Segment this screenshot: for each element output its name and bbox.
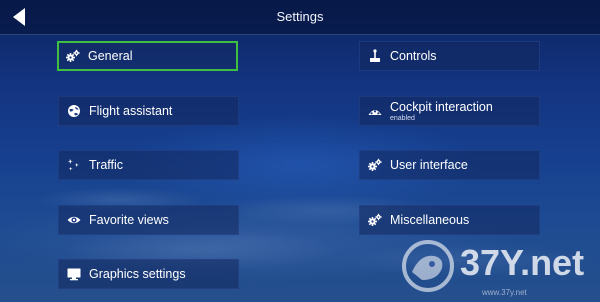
menu-item-label: General (88, 49, 133, 63)
menu-item-label: Miscellaneous (390, 213, 470, 227)
traffic-icon (66, 157, 82, 173)
cockpit-icon (367, 103, 383, 119)
menu-item-label: Favorite views (89, 213, 169, 227)
menu-item-graphics-settings[interactable]: Graphics settings (58, 259, 239, 289)
menu-item-favorite-views[interactable]: Favorite views (58, 205, 239, 235)
back-arrow-icon (13, 8, 25, 26)
menu-item-flight-assistant[interactable]: Flight assistant (58, 96, 239, 126)
menu-item-label: Traffic (89, 158, 124, 172)
menu-item-label: Controls (390, 49, 437, 63)
watermark-url: www.37y.net (482, 288, 527, 297)
menu-item-label: User interface (390, 158, 468, 172)
menu-item-controls[interactable]: Controls (359, 41, 540, 71)
watermark: 37Y.net www.37y.net (398, 236, 598, 300)
gears-icon (65, 48, 81, 64)
menu-item-status: enabled (390, 115, 415, 122)
menu-item-label: Flight assistant (89, 104, 173, 118)
page-title: Settings (276, 9, 324, 24)
joystick-icon (367, 48, 383, 64)
globe-icon (66, 103, 82, 119)
watermark-logo-icon (402, 240, 454, 292)
eye-icon (66, 212, 82, 228)
menu-item-label: Graphics settings (89, 267, 186, 281)
back-button[interactable] (8, 5, 32, 29)
menu-item-user-interface[interactable]: User interface (359, 150, 540, 180)
watermark-text: 37Y.net (460, 242, 585, 283)
menu-item-label: Cockpit interaction (390, 100, 493, 114)
gears-icon (367, 157, 383, 173)
menu-item-traffic[interactable]: Traffic (58, 150, 239, 180)
gears-icon (367, 212, 383, 228)
monitor-icon (66, 266, 82, 282)
top-bar: Settings (0, 0, 600, 35)
menu-item-general[interactable]: General (57, 41, 238, 71)
menu-item-miscellaneous[interactable]: Miscellaneous (359, 205, 540, 235)
menu-item-cockpit-interaction[interactable]: Cockpit interaction enabled (359, 96, 540, 126)
